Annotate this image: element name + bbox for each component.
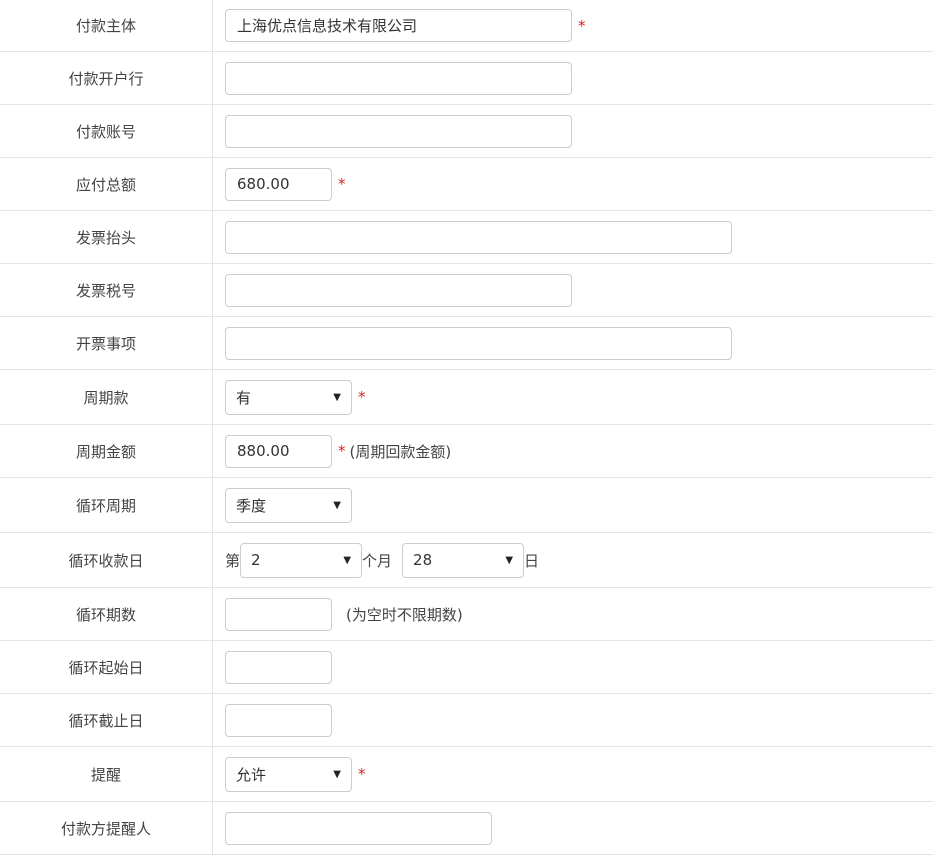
label-cycle-count: 循环期数 <box>0 588 213 640</box>
label-invoice-title: 发票抬头 <box>0 211 213 263</box>
periodic-select-value: 有 <box>236 388 252 407</box>
receipt-month-unit-text: 个月 <box>362 551 393 570</box>
cycle-count-note: (为空时不限期数) <box>346 605 463 624</box>
invoice-title-input[interactable] <box>225 220 732 254</box>
receipt-month-select-value: 2 <box>251 551 261 569</box>
cycle-period-select[interactable]: 季度 ▼ <box>225 487 352 523</box>
field-total-due: 680.00 * <box>225 158 346 210</box>
field-payer-entity: 上海优点信息技术有限公司 * <box>225 0 586 51</box>
cycle-start-input[interactable] <box>225 650 332 684</box>
label-payer-account: 付款账号 <box>0 105 213 157</box>
required-mark: * <box>358 388 366 406</box>
required-mark: * <box>338 175 346 193</box>
label-payer-entity: 付款主体 <box>0 0 213 51</box>
label-payer-bank: 付款开户行 <box>0 52 213 104</box>
label-invoice-tax-no: 发票税号 <box>0 264 213 316</box>
label-cycle-receipt-day: 循环收款日 <box>0 533 213 587</box>
label-payer-reminder-person: 付款方提醒人 <box>0 802 213 854</box>
row-reminder: 提醒 允许 ▼ * <box>0 747 933 802</box>
row-cycle-receipt-day: 循环收款日 第 2 ▼ 个月 28 ▼ 日 <box>0 533 933 588</box>
receipt-day-unit-text: 日 <box>524 551 540 570</box>
payer-bank-input[interactable] <box>225 61 572 95</box>
payment-form: 付款主体 上海优点信息技术有限公司 * 付款开户行 付款账号 应付总额 680.… <box>0 0 933 855</box>
cycle-count-input[interactable] <box>225 597 332 631</box>
field-periodic-amount: 880.00 * (周期回款金额) <box>225 425 451 477</box>
periodic-amount-input[interactable]: 880.00 <box>225 434 332 468</box>
receipt-month-select[interactable]: 2 ▼ <box>240 542 363 578</box>
invoice-tax-no-input[interactable] <box>225 273 572 307</box>
label-reminder: 提醒 <box>0 747 213 801</box>
field-invoice-item <box>225 317 732 369</box>
reminder-select-value: 允许 <box>236 765 267 784</box>
cycle-end-input[interactable] <box>225 703 332 737</box>
invoice-item-input[interactable] <box>225 326 732 360</box>
row-periodic: 周期款 有 ▼ * <box>0 370 933 425</box>
row-payer-entity: 付款主体 上海优点信息技术有限公司 * <box>0 0 933 52</box>
dropdown-arrow-icon: ▼ <box>333 768 341 780</box>
label-invoice-item: 开票事项 <box>0 317 213 369</box>
label-periodic-amount: 周期金额 <box>0 425 213 477</box>
periodic-amount-note: (周期回款金额) <box>349 442 452 461</box>
row-cycle-start: 循环起始日 <box>0 641 933 694</box>
row-cycle-end: 循环截止日 <box>0 694 933 747</box>
label-cycle-start: 循环起始日 <box>0 641 213 693</box>
receipt-day-select[interactable]: 28 ▼ <box>402 542 525 578</box>
row-payer-bank: 付款开户行 <box>0 52 933 105</box>
required-mark: * <box>338 442 346 460</box>
dropdown-arrow-icon: ▼ <box>343 554 352 566</box>
reminder-select[interactable]: 允许 ▼ <box>225 756 352 792</box>
row-invoice-item: 开票事项 <box>0 317 933 370</box>
periodic-select[interactable]: 有 ▼ <box>225 379 352 415</box>
row-cycle-count: 循环期数 (为空时不限期数) <box>0 588 933 641</box>
payer-reminder-person-input[interactable] <box>225 811 492 845</box>
dropdown-arrow-icon: ▼ <box>333 499 341 511</box>
cycle-period-select-value: 季度 <box>236 496 267 515</box>
field-invoice-title <box>225 211 732 263</box>
dropdown-arrow-icon: ▼ <box>333 391 341 403</box>
row-total-due: 应付总额 680.00 * <box>0 158 933 211</box>
required-mark: * <box>358 765 366 783</box>
receipt-day-select-value: 28 <box>413 551 433 569</box>
label-periodic: 周期款 <box>0 370 213 424</box>
field-cycle-period: 季度 ▼ <box>225 478 352 532</box>
field-payer-bank <box>225 52 572 104</box>
label-cycle-end: 循环截止日 <box>0 694 213 746</box>
row-periodic-amount: 周期金额 880.00 * (周期回款金额) <box>0 425 933 478</box>
row-invoice-title: 发票抬头 <box>0 211 933 264</box>
total-due-input[interactable]: 680.00 <box>225 167 332 201</box>
field-cycle-start <box>225 641 332 693</box>
row-cycle-period: 循环周期 季度 ▼ <box>0 478 933 533</box>
receipt-prefix-text: 第 <box>225 551 241 570</box>
field-cycle-count: (为空时不限期数) <box>225 588 463 640</box>
label-cycle-period: 循环周期 <box>0 478 213 532</box>
dropdown-arrow-icon: ▼ <box>505 554 514 566</box>
label-total-due: 应付总额 <box>0 158 213 210</box>
field-periodic: 有 ▼ * <box>225 370 366 424</box>
field-cycle-end <box>225 694 332 746</box>
payer-entity-input[interactable]: 上海优点信息技术有限公司 <box>225 9 572 42</box>
field-payer-account <box>225 105 572 157</box>
required-mark: * <box>578 16 586 35</box>
field-reminder: 允许 ▼ * <box>225 747 366 801</box>
field-cycle-receipt-day: 第 2 ▼ 个月 28 ▼ 日 <box>225 533 539 587</box>
row-invoice-tax-no: 发票税号 <box>0 264 933 317</box>
field-payer-reminder-person <box>225 802 492 854</box>
field-invoice-tax-no <box>225 264 572 316</box>
row-payer-reminder-person: 付款方提醒人 <box>0 802 933 855</box>
row-payer-account: 付款账号 <box>0 105 933 158</box>
payer-account-input[interactable] <box>225 114 572 148</box>
